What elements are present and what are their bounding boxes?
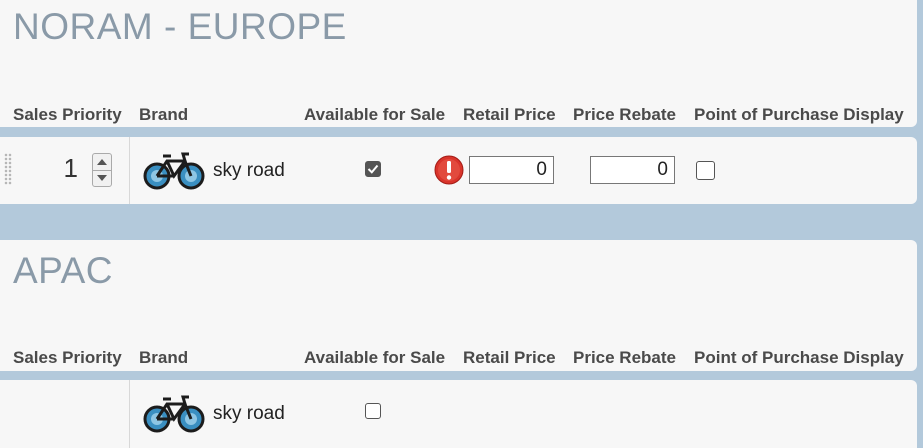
brand-name: sky road — [213, 403, 285, 424]
caret-down-icon — [97, 175, 107, 181]
sales-priority-cell — [0, 380, 130, 448]
column-header-pop-display[interactable]: Point of Purchase Display — [694, 348, 904, 368]
bicycle-icon — [143, 152, 205, 190]
caret-up-icon — [97, 159, 107, 165]
column-header-price-rebate[interactable]: Price Rebate — [573, 348, 676, 368]
priority-stepper[interactable] — [92, 153, 112, 187]
retail-price-input[interactable] — [469, 156, 554, 184]
stepper-down-button[interactable] — [93, 170, 111, 186]
bicycle-icon — [143, 395, 205, 433]
pop-display-checkbox[interactable] — [696, 161, 715, 180]
column-header-sales-priority[interactable]: Sales Priority — [13, 105, 122, 125]
column-header-pop-display[interactable]: Point of Purchase Display — [694, 105, 904, 125]
exclamation-circle-icon — [434, 155, 464, 185]
region-header-noram-europe: NORAM - EUROPE Sales Priority Brand Avai… — [0, 0, 917, 127]
available-for-sale-checkbox[interactable] — [365, 161, 381, 177]
price-rebate-input[interactable] — [590, 156, 675, 184]
column-header-price-rebate[interactable]: Price Rebate — [573, 105, 676, 125]
checkmark-icon — [367, 164, 379, 174]
column-header-retail-price[interactable]: Retail Price — [463, 348, 556, 368]
column-header-sales-priority[interactable]: Sales Priority — [13, 348, 122, 368]
column-header-retail-price[interactable]: Retail Price — [463, 105, 556, 125]
brand-name: sky road — [213, 160, 285, 181]
region-header-apac: APAC Sales Priority Brand Available for … — [0, 240, 917, 371]
stepper-up-button[interactable] — [93, 154, 111, 171]
column-header-brand[interactable]: Brand — [139, 348, 188, 368]
region-title: APAC — [13, 250, 114, 291]
table-row: sky road — [0, 380, 917, 448]
column-header-available-for-sale[interactable]: Available for Sale — [304, 348, 445, 368]
table-row: 1 sky road — [0, 137, 917, 204]
available-for-sale-checkbox[interactable] — [365, 403, 381, 419]
column-header-available-for-sale[interactable]: Available for Sale — [304, 105, 445, 125]
sales-priority-cell: 1 — [0, 137, 130, 204]
region-title: NORAM - EUROPE — [13, 6, 347, 47]
drag-handle-icon[interactable] — [4, 153, 12, 185]
column-header-brand[interactable]: Brand — [139, 105, 188, 125]
sales-priority-value: 1 — [63, 153, 78, 183]
